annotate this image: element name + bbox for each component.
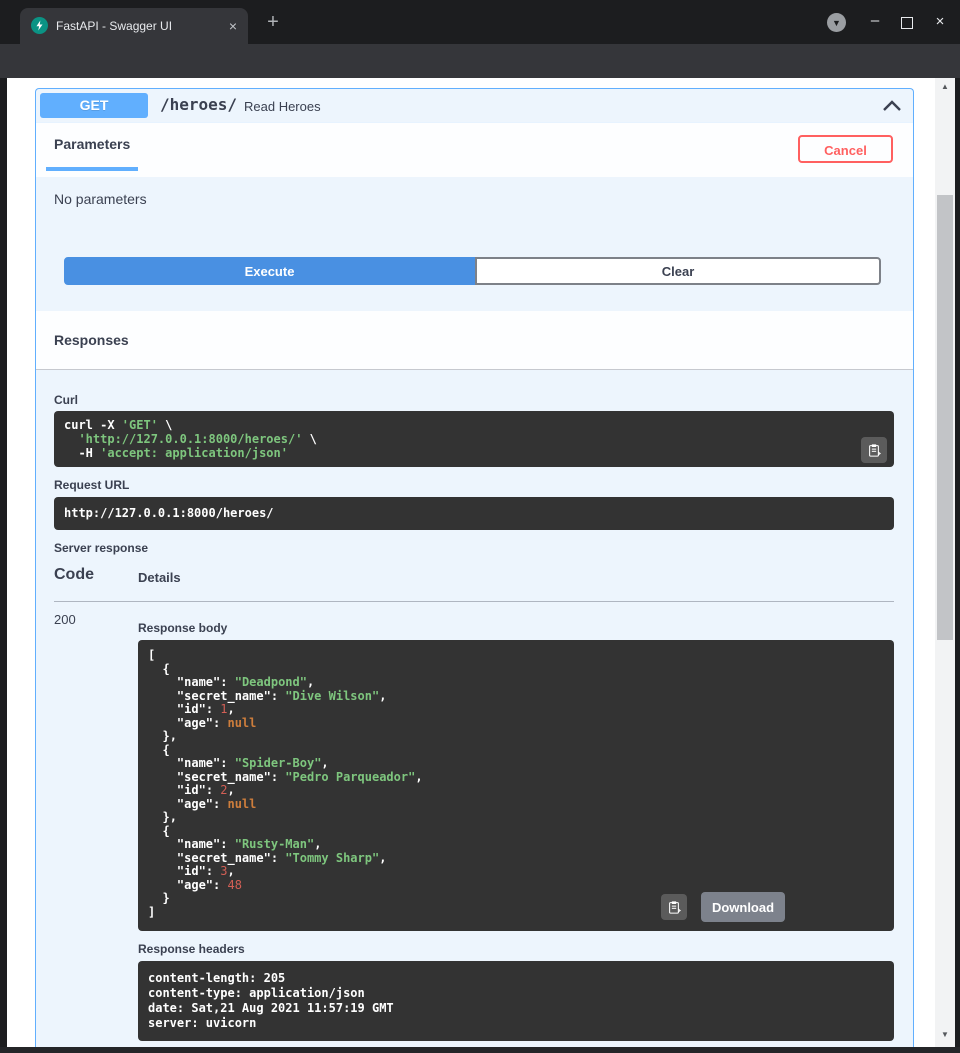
copy-response-button[interactable] [661,894,687,920]
opblock-get-heroes: GET /heroes/ Read Heroes Parameters Canc… [35,88,914,1047]
tab-close-icon[interactable]: × [224,17,242,35]
browser-tab[interactable]: FastAPI - Swagger UI × [20,8,248,44]
request-url-label: Request URL [54,478,129,492]
http-method-badge: GET [40,93,148,118]
response-headers-block: content-length: 205 content-type: applic… [138,961,894,1041]
no-parameters-text: No parameters [54,191,147,207]
scroll-down-icon[interactable]: ▼ [935,1028,955,1042]
code-column-header: Code [54,566,94,584]
chevron-up-icon[interactable] [882,98,902,114]
cancel-button[interactable]: Cancel [798,135,893,163]
parameters-title: Parameters [54,136,130,152]
tab-bar: FastAPI - Swagger UI × + ▼ – × [0,0,960,44]
parameters-section-header: Parameters Cancel [36,122,913,177]
execute-button[interactable]: Execute [64,257,475,285]
scrollbar-thumb[interactable] [937,195,953,640]
clear-button[interactable]: Clear [475,257,881,285]
page-scrollbar[interactable]: ▲ ▼ [935,78,955,1047]
response-body-block: [ { "name": "Deadpond", "secret_name": "… [138,640,894,931]
browser-toolbar: ← → ↻ ⓘ 127.0.0.1:8000/docs#/default/rea… [0,44,960,78]
response-body-label: Response body [138,621,227,635]
download-button[interactable]: Download [701,892,785,922]
endpoint-summary: Read Heroes [244,99,321,114]
window-bottom-frame [0,1047,960,1053]
copy-curl-button[interactable] [861,437,887,463]
response-headers-label: Response headers [138,942,245,956]
endpoint-path: /heroes/ [160,95,237,114]
tab-search-icon[interactable]: ▼ [827,13,846,32]
curl-label: Curl [54,393,78,407]
browser-window: FastAPI - Swagger UI × + ▼ – × ← → ↻ ⓘ 1… [0,0,960,1053]
curl-command-block: curl -X 'GET' \ 'http://127.0.0.1:8000/h… [54,411,894,467]
window-close-button[interactable]: × [930,12,950,32]
scroll-up-icon[interactable]: ▲ [935,80,955,94]
new-tab-button[interactable]: + [262,11,284,33]
window-minimize-button[interactable]: – [864,12,886,32]
fastapi-favicon-icon [31,17,48,34]
details-column-header: Details [138,570,181,585]
responses-section-header: Responses [36,311,913,370]
responses-title: Responses [54,332,129,348]
opblock-header[interactable]: GET /heroes/ Read Heroes [36,89,913,123]
status-code: 200 [54,612,76,627]
server-response-label: Server response [54,541,148,555]
swagger-page: GET /heroes/ Read Heroes Parameters Canc… [7,78,955,1047]
request-url-value: http://127.0.0.1:8000/heroes/ [54,497,894,530]
table-divider [54,601,894,602]
active-tab-underline [46,167,138,171]
window-maximize-button[interactable] [901,17,913,29]
tab-title: FastAPI - Swagger UI [56,19,172,33]
